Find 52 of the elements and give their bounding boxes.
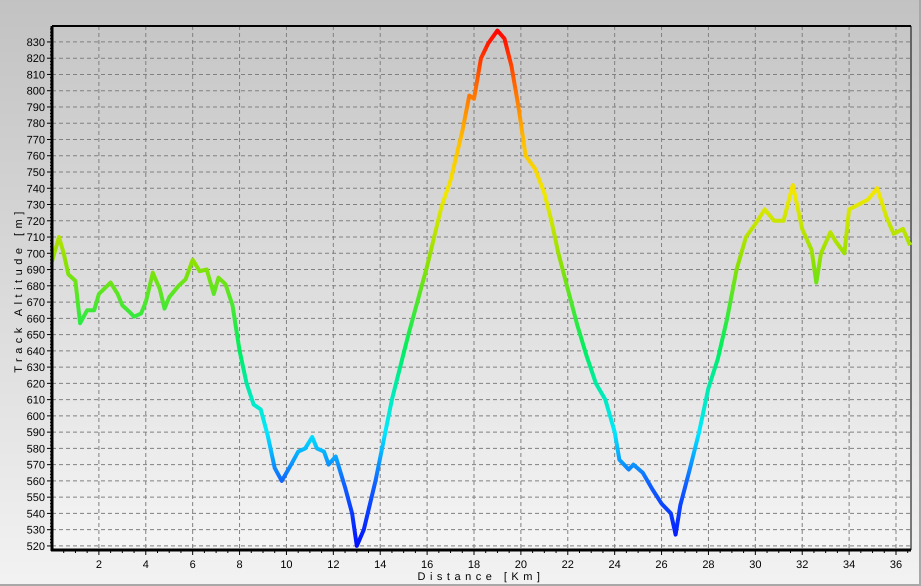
x-tick-label: 2 [96,559,102,571]
x-tick-label: 14 [374,559,386,571]
y-tick-label: 750 [26,167,45,179]
x-tick-label: 16 [420,559,434,571]
x-tick-label: 24 [608,559,621,571]
x-tick-label: 26 [655,559,668,571]
y-tick-label: 520 [26,540,45,553]
y-tick-label: 730 [26,200,45,212]
x-axis-title: Distance [Km] [418,571,544,583]
x-tick-label: 20 [514,559,527,571]
y-tick-label: 590 [26,427,45,440]
y-tick-label: 770 [26,134,45,146]
y-tick-label: 740 [26,183,45,196]
y-tick-label: 580 [26,443,45,456]
y-tick-label: 530 [26,524,45,537]
y-axis-title: Track Altitude [m] [13,207,25,373]
y-tick-label: 540 [26,508,45,520]
y-tick-label: 670 [26,297,45,310]
x-tick-label: 4 [142,559,149,571]
y-tick-label: 820 [26,53,45,66]
y-tick-label: 550 [26,492,45,504]
x-tick-label: 8 [236,559,243,571]
y-tick-label: 610 [26,394,45,407]
x-tick-label: 34 [842,559,856,571]
x-tick-label: 10 [280,559,293,571]
y-tick-label: 810 [26,69,45,82]
y-tick-label: 780 [26,118,45,130]
y-tick-label: 760 [26,150,45,163]
y-tick-label: 790 [26,102,45,114]
y-tick-label: 560 [26,476,45,488]
y-tick-label: 640 [26,346,45,358]
x-tick-label: 12 [327,559,340,571]
y-tick-label: 690 [26,264,45,277]
x-tick-label: 6 [190,559,196,571]
y-tick-label: 660 [26,313,45,326]
x-tick-label: 18 [468,559,480,571]
x-tick-label: 30 [749,559,762,571]
x-tick-label: 22 [562,559,574,571]
y-tick-label: 800 [26,86,45,98]
x-tick-label: 36 [890,559,902,571]
x-tick-label: 32 [796,559,808,571]
y-tick-label: 680 [26,280,45,293]
y-tick-label: 830 [26,36,45,49]
y-tick-label: 700 [26,248,45,260]
y-tick-label: 570 [26,460,45,472]
y-tick-label: 600 [26,410,45,423]
y-tick-label: 720 [26,216,45,228]
y-tick-label: 620 [26,378,45,390]
y-tick-label: 650 [26,330,45,342]
y-tick-label: 630 [26,362,45,374]
y-tick-label: 710 [26,232,45,244]
x-tick-label: 28 [702,559,715,571]
